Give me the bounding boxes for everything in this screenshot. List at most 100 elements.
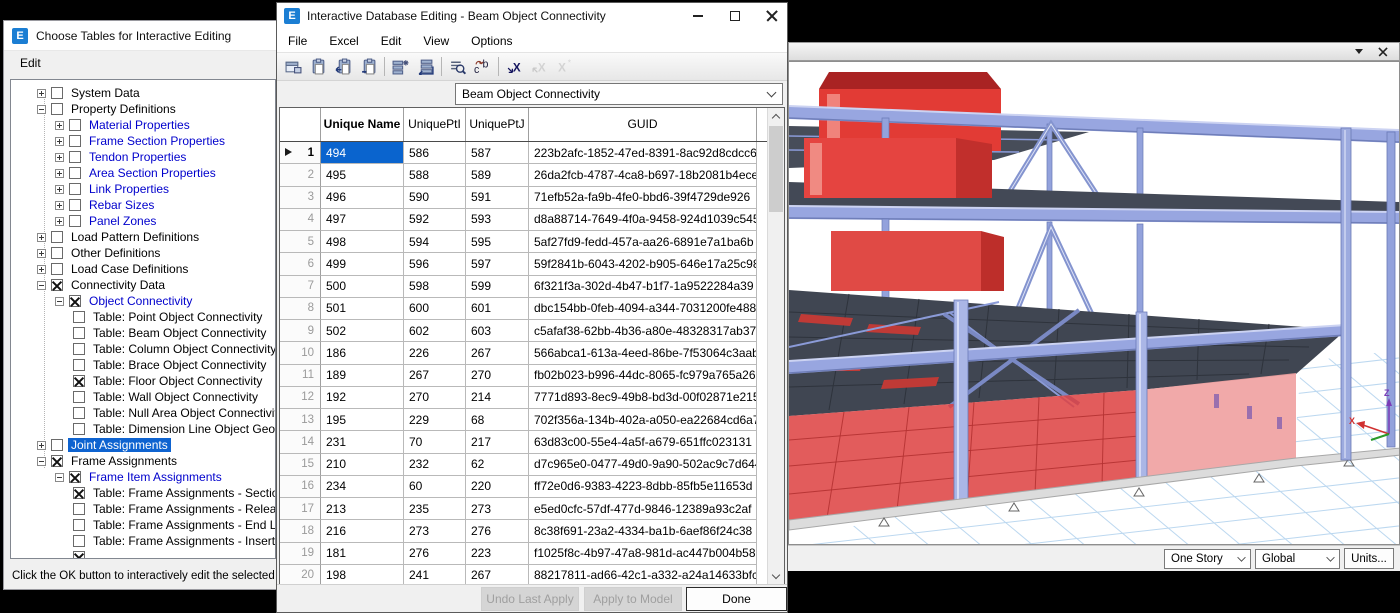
cell-guid[interactable]: 6f321f3a-302d-4b47-b1f7-1a9522284a39 — [529, 276, 757, 298]
cell-guid[interactable]: ff72e0d6-9383-4223-8dbb-85fb5e11653d — [529, 476, 757, 498]
tree-item-table-frame-assignments-section-p[interactable]: Table: Frame Assignments - Section P — [11, 485, 275, 501]
tree-item-partial[interactable] — [11, 549, 275, 559]
cell-pti[interactable]: 276 — [404, 543, 466, 565]
row-header[interactable]: 12 — [280, 387, 321, 409]
close-button[interactable] — [757, 5, 787, 27]
cell-pti[interactable]: 229 — [404, 409, 466, 431]
table-row[interactable]: 10186226267566abca1-613a-4eed-86be-7f530… — [280, 342, 784, 364]
tree-item-table-null-area-object-connectivity[interactable]: Table: Null Area Object Connectivity — [11, 405, 275, 421]
row-header[interactable]: 20 — [280, 565, 321, 586]
tree-item-object-connectivity[interactable]: Object Connectivity — [11, 293, 275, 309]
cell-name[interactable]: 192 — [321, 387, 404, 409]
cell-name[interactable]: 497 — [321, 209, 404, 231]
tree-checkbox[interactable] — [51, 439, 63, 451]
cell-guid[interactable]: e5ed0cfc-57df-477d-9846-12389a93c2af — [529, 498, 757, 520]
expand-icon[interactable] — [55, 217, 64, 226]
table-row[interactable]: 1623460220ff72e0d6-9383-4223-8dbb-85fb5e… — [280, 476, 784, 498]
cell-ptj[interactable]: 599 — [466, 276, 529, 298]
cell-guid[interactable]: 8c38f691-23a2-4334-ba1b-6aef86f24c38 — [529, 520, 757, 542]
tree-checkbox[interactable] — [73, 407, 85, 419]
cell-ptj[interactable]: 223 — [466, 543, 529, 565]
tree-item-load-case-definitions[interactable]: Load Case Definitions — [11, 261, 275, 277]
expand-icon[interactable] — [37, 89, 46, 98]
find-icon[interactable] — [445, 55, 470, 79]
cell-name[interactable]: 501 — [321, 298, 404, 320]
table-row[interactable]: 9502602603c5afaf38-62bb-4b36-a80e-483283… — [280, 320, 784, 342]
caret-down-icon[interactable] — [1355, 49, 1363, 54]
cell-ptj[interactable]: 593 — [466, 209, 529, 231]
tree-checkbox[interactable] — [73, 359, 85, 371]
tree-item-frame-section-properties[interactable]: Frame Section Properties — [11, 133, 275, 149]
reorder-rows-icon[interactable] — [413, 55, 438, 79]
cell-pti[interactable]: 273 — [404, 520, 466, 542]
cell-ptj[interactable]: 597 — [466, 253, 529, 275]
expand-icon[interactable] — [37, 441, 46, 450]
expand-icon[interactable] — [37, 233, 46, 242]
tree-item-table-frame-assignments-end-leng[interactable]: Table: Frame Assignments - End Leng — [11, 517, 275, 533]
tree-item-table-brace-object-connectivity[interactable]: Table: Brace Object Connectivity — [11, 357, 275, 373]
paste-append-icon[interactable] — [356, 55, 381, 79]
scroll-up-button[interactable] — [768, 108, 784, 125]
cell-pti[interactable]: 60 — [404, 476, 466, 498]
table-row[interactable]: 182162732768c38f691-23a2-4334-ba1b-6aef8… — [280, 520, 784, 542]
row-header[interactable]: 2 — [280, 164, 321, 186]
menu-edit[interactable]: Edit — [370, 34, 413, 48]
tree-item-link-properties[interactable]: Link Properties — [11, 181, 275, 197]
cell-pti[interactable]: 600 — [404, 298, 466, 320]
tree-item-area-section-properties[interactable]: Area Section Properties — [11, 165, 275, 181]
tree-checkbox[interactable] — [73, 487, 85, 499]
row-header[interactable]: 1 — [280, 142, 321, 164]
cell-guid[interactable]: 71efb52a-fa9b-4fe0-bbd6-39f4729de926 — [529, 187, 757, 209]
cell-guid[interactable]: 26da2fcb-4787-4ca8-b697-18b2081b4ece — [529, 164, 757, 186]
story-selector-combo[interactable]: One Story — [1164, 549, 1251, 569]
row-header[interactable]: 5 — [280, 231, 321, 253]
table-row[interactable]: 1521023262d7c965e0-0477-49d0-9a90-502ac9… — [280, 454, 784, 476]
cell-pti[interactable]: 70 — [404, 431, 466, 453]
table-selector-combo[interactable]: Beam Object Connectivity — [455, 83, 783, 105]
cell-name[interactable]: 494 — [321, 142, 404, 164]
tree-checkbox[interactable] — [69, 135, 81, 147]
cell-name[interactable]: 498 — [321, 231, 404, 253]
cell-ptj[interactable]: 603 — [466, 320, 529, 342]
tree-item-table-column-object-connectivity[interactable]: Table: Column Object Connectivity — [11, 341, 275, 357]
cell-pti[interactable]: 267 — [404, 365, 466, 387]
tree-item-frame-item-assignments[interactable]: Frame Item Assignments — [11, 469, 275, 485]
tree-checkbox[interactable] — [73, 551, 85, 559]
tree-item-material-properties[interactable]: Material Properties — [11, 117, 275, 133]
row-header[interactable]: 15 — [280, 454, 321, 476]
tree-checkbox[interactable] — [51, 263, 63, 275]
tree-item-system-data[interactable]: System Data — [11, 85, 275, 101]
cell-ptj[interactable]: 214 — [466, 387, 529, 409]
cell-pti[interactable]: 596 — [404, 253, 466, 275]
cell-guid[interactable]: fb02b023-b996-44dc-8065-fc979a765a26 — [529, 365, 757, 387]
cell-pti[interactable]: 592 — [404, 209, 466, 231]
minimize-button[interactable] — [683, 5, 713, 27]
row-header[interactable]: 7 — [280, 276, 321, 298]
expand-icon[interactable] — [55, 185, 64, 194]
tree-checkbox[interactable] — [73, 423, 85, 435]
cell-guid[interactable]: 88217811-ad66-42c1-a332-a24a14633bfc — [529, 565, 757, 586]
cell-guid[interactable]: 566abca1-613a-4eed-86be-7f53064c3aab — [529, 342, 757, 364]
tree-checkbox[interactable] — [69, 119, 81, 131]
cell-name[interactable]: 189 — [321, 365, 404, 387]
tree-item-table-wall-object-connectivity[interactable]: Table: Wall Object Connectivity — [11, 389, 275, 405]
expand-icon[interactable] — [37, 249, 46, 258]
tree-checkbox[interactable] — [51, 103, 63, 115]
convert-cb-icon[interactable]: cb — [470, 55, 495, 79]
cell-pti[interactable]: 590 — [404, 187, 466, 209]
cell-name[interactable]: 181 — [321, 543, 404, 565]
tree-checkbox[interactable] — [73, 519, 85, 531]
menu-options[interactable]: Options — [460, 34, 523, 48]
cell-name[interactable]: 231 — [321, 431, 404, 453]
cell-pti[interactable]: 226 — [404, 342, 466, 364]
paste-icon[interactable] — [306, 55, 331, 79]
table-row[interactable]: 19181276223f1025f8c-4b97-47a8-981d-ac447… — [280, 543, 784, 565]
cell-ptj[interactable]: 62 — [466, 454, 529, 476]
cell-name[interactable]: 500 — [321, 276, 404, 298]
collapse-icon[interactable] — [55, 473, 64, 482]
cell-ptj[interactable]: 220 — [466, 476, 529, 498]
cell-ptj[interactable]: 591 — [466, 187, 529, 209]
column-header-uniqueptj[interactable]: UniquePtJ — [466, 108, 529, 141]
cell-pti[interactable]: 588 — [404, 164, 466, 186]
cell-name[interactable]: 502 — [321, 320, 404, 342]
